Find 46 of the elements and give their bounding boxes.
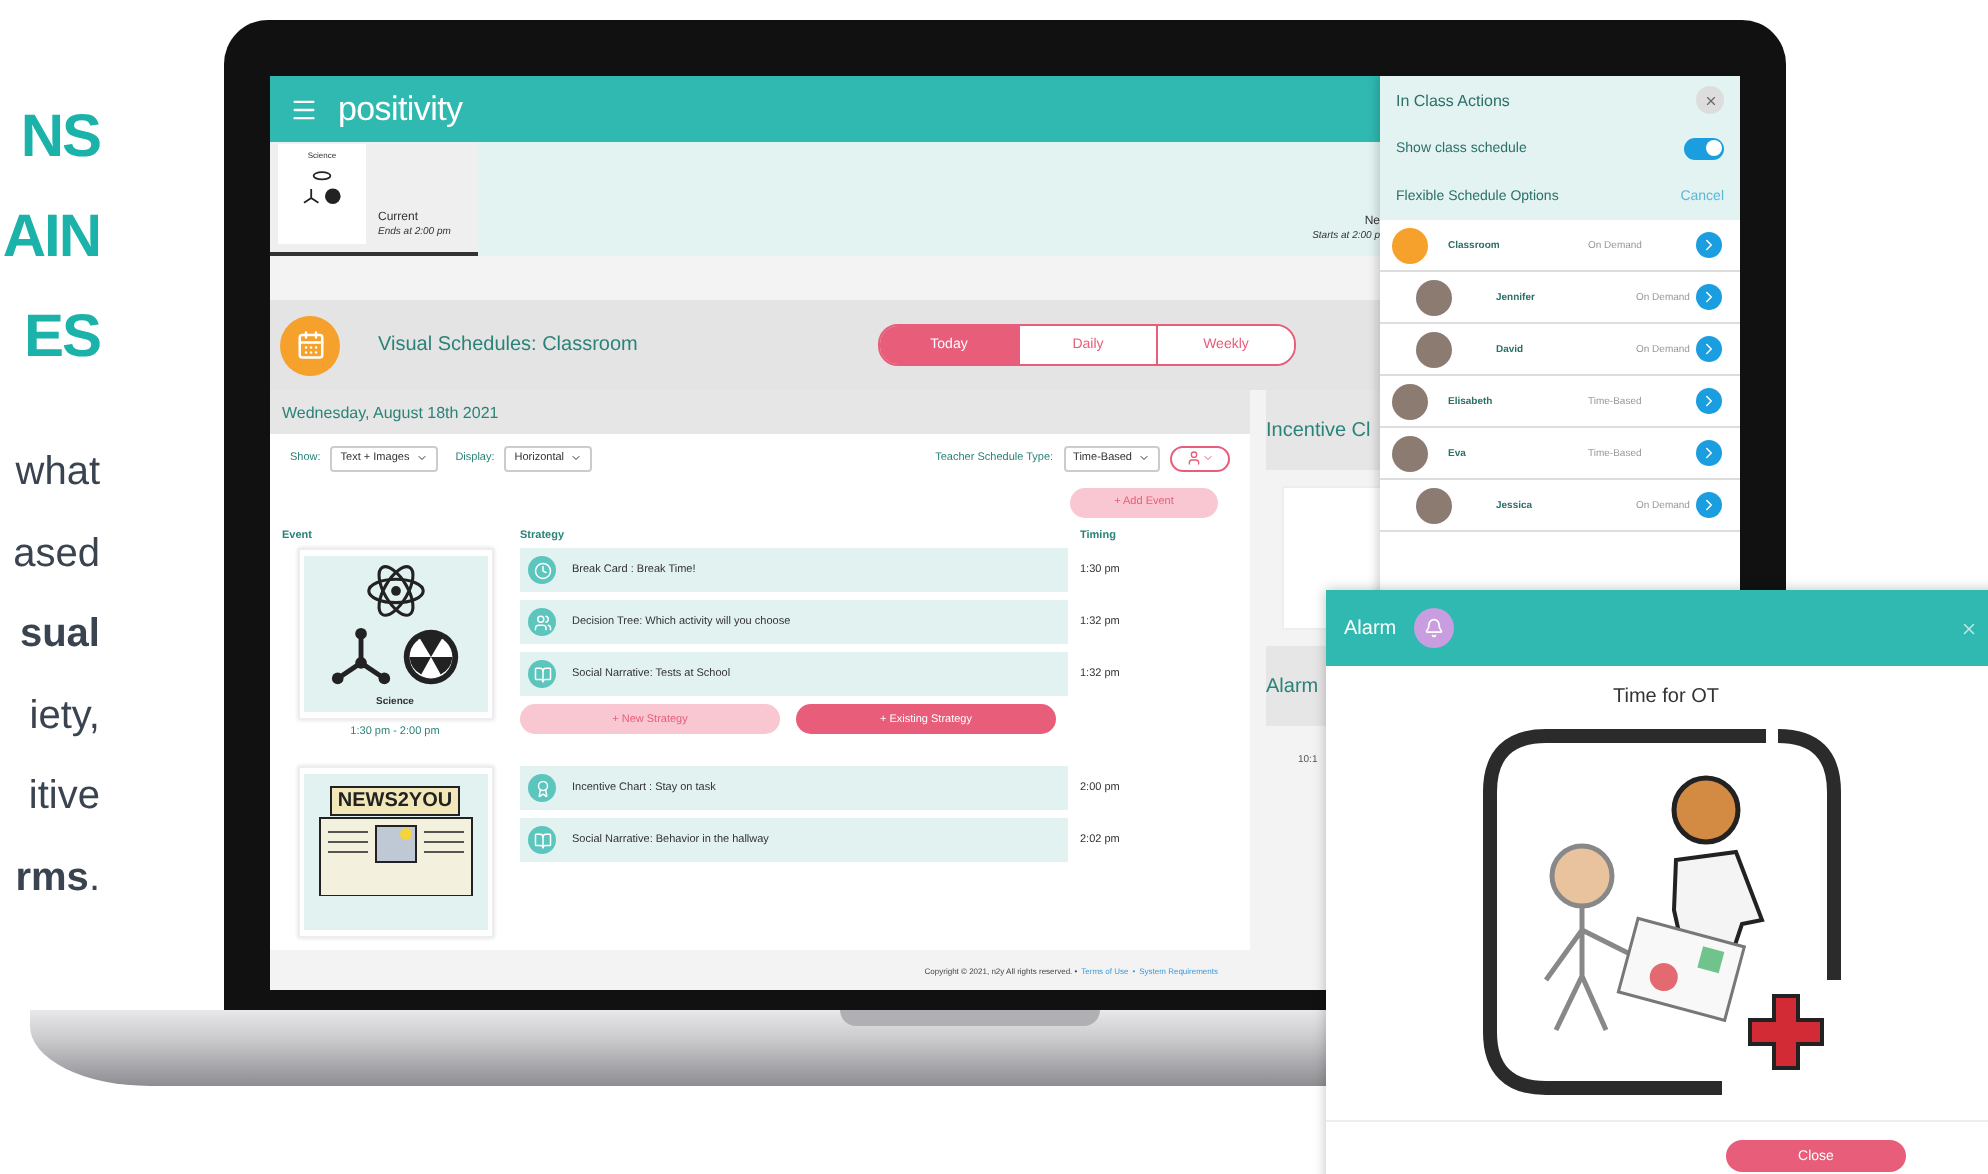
person-icon xyxy=(1186,450,1202,466)
chevron-right-icon[interactable] xyxy=(1696,336,1722,362)
headline-text: ES xyxy=(23,302,100,374)
people-icon xyxy=(533,613,551,631)
chevron-down-icon xyxy=(415,452,428,464)
paragraph-text: sual xyxy=(19,610,100,660)
paragraph-text: what xyxy=(15,448,100,498)
menu-icon[interactable] xyxy=(290,95,318,123)
award-icon xyxy=(533,779,551,797)
book-icon xyxy=(533,665,551,683)
headline-text: NS xyxy=(20,102,100,174)
bell-icon xyxy=(1414,608,1455,648)
page-title: Visual Schedules: Classroom xyxy=(378,334,640,356)
dialog-title: Alarm xyxy=(1344,617,1397,639)
paragraph-text: iety, xyxy=(29,691,100,741)
close-icon[interactable] xyxy=(1960,619,1978,637)
class-avatar-icon xyxy=(1392,227,1428,263)
headline-text: AIN xyxy=(2,202,100,274)
chevron-down-icon xyxy=(570,452,583,464)
paragraph-text: rms. xyxy=(15,853,100,903)
avatar-placeholder xyxy=(1416,279,1452,315)
person-dropdown-button[interactable] xyxy=(1170,445,1230,471)
chevron-down-icon xyxy=(1138,452,1150,464)
chevron-right-icon[interactable] xyxy=(1696,284,1722,310)
date-heading: Wednesday, August 18th 2021 xyxy=(270,390,1250,434)
book-icon xyxy=(533,831,551,849)
event-card[interactable]: NEWS2YOU xyxy=(297,766,493,938)
chevron-right-icon[interactable] xyxy=(1696,440,1722,466)
avatar-placeholder xyxy=(1416,331,1452,367)
toggle-switch[interactable] xyxy=(1684,137,1724,159)
calendar-icon xyxy=(280,315,340,375)
paragraph-text: ased xyxy=(13,529,100,579)
alarm-message: Time for OT xyxy=(1611,684,1721,712)
newspaper-title: NEWS2YOU xyxy=(329,786,461,816)
avatar-placeholder xyxy=(1392,383,1428,419)
chevron-right-icon[interactable] xyxy=(1696,232,1722,258)
avatar-placeholder xyxy=(1416,487,1452,523)
panel-title: In Class Actions xyxy=(1396,91,1510,109)
chevron-right-icon[interactable] xyxy=(1696,388,1722,414)
chevron-down-icon xyxy=(1202,452,1214,464)
close-icon[interactable] xyxy=(1696,86,1724,114)
avatar-placeholder xyxy=(1392,435,1428,471)
clock-icon xyxy=(533,561,551,579)
paragraph-text: itive xyxy=(28,772,100,822)
chevron-right-icon[interactable] xyxy=(1696,492,1722,518)
app-logo: positivity xyxy=(338,89,463,129)
